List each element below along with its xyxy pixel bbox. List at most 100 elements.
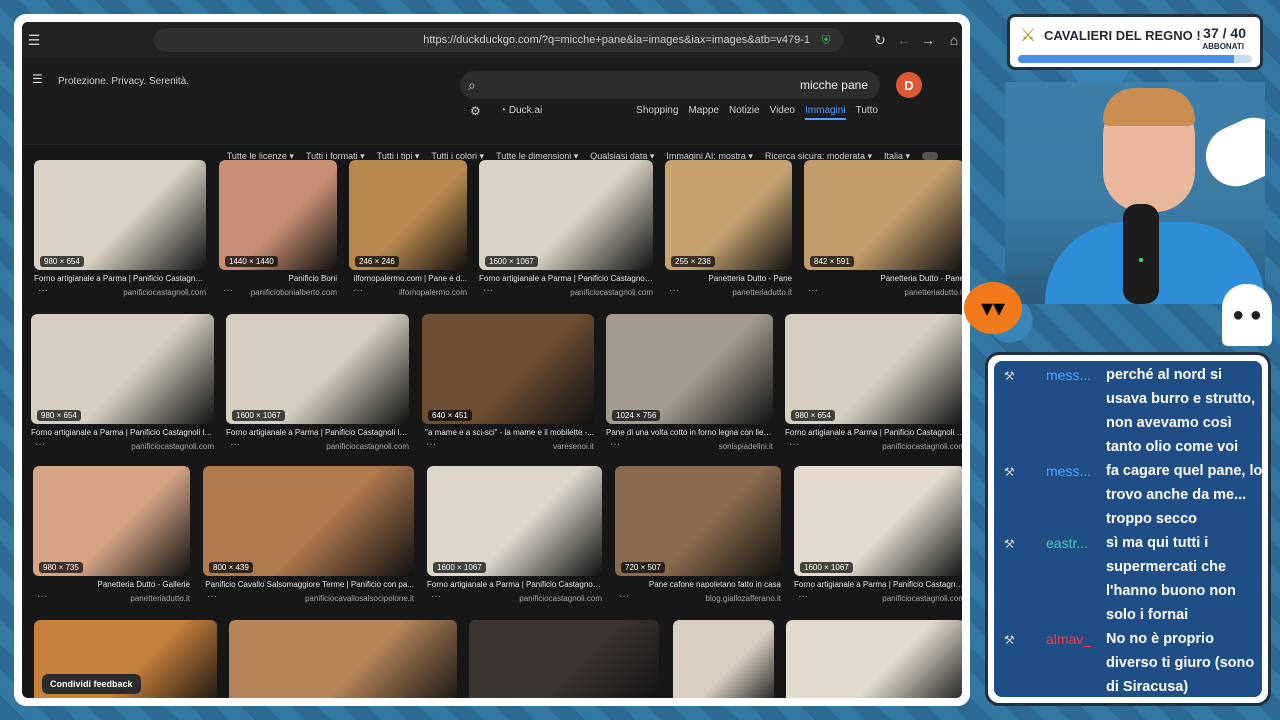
search-icon[interactable]: ⌕ <box>468 77 476 94</box>
region-toggle[interactable] <box>922 152 938 160</box>
more-options-icon[interactable]: ··· <box>207 591 217 602</box>
hamburger-icon[interactable]: ☰ <box>32 72 43 86</box>
image-title[interactable]: ilfornopalermo.com | Pane e d... <box>349 274 467 283</box>
image-title[interactable]: Forno artigianale a Parma | Panificio Ca… <box>31 428 214 437</box>
tab-mappe[interactable]: Mappe <box>688 105 719 120</box>
image-result[interactable]: 980 × 654 Forno artigianale a Parma | Pan… <box>31 314 214 464</box>
back-icon[interactable]: ← <box>894 30 914 50</box>
image-thumbnail[interactable] <box>786 620 962 698</box>
image-thumbnail[interactable] <box>479 160 653 270</box>
image-title[interactable]: Panetteria Dutto - Pane <box>804 274 962 283</box>
image-title[interactable]: Forno artigianale a Parma | Panificio Ca… <box>785 428 962 437</box>
image-source[interactable]: panificiobonialberto.com <box>219 288 337 297</box>
image-source[interactable]: panificiocavallosalsocipolone.it <box>203 594 414 603</box>
more-options-icon[interactable]: ··· <box>230 439 240 450</box>
image-result[interactable]: 980 × 654 Forno artigianale a Parma | Pan… <box>785 314 962 464</box>
more-options-icon[interactable]: ··· <box>38 285 48 296</box>
image-source[interactable]: panetteriadutto.it <box>665 288 792 297</box>
tab-tutto[interactable]: Tutto <box>856 105 878 120</box>
tab-notizie[interactable]: Notizie <box>729 105 760 120</box>
image-source[interactable]: blog.giallozafferano.it <box>615 594 781 603</box>
duckduckgo-logo-icon[interactable]: D <box>896 72 922 98</box>
forward-icon[interactable]: → <box>918 30 938 50</box>
image-result[interactable]: 1600 × 1067 Forno artigianale a Parma | P… <box>226 314 409 464</box>
image-title[interactable]: Panetteria Dutto - Gallerie <box>33 580 191 589</box>
image-title[interactable]: Forno artigianale a Parma | Panificio Ca… <box>479 274 653 283</box>
image-source[interactable]: panificiocastagnoli.com <box>226 442 409 451</box>
image-source[interactable]: panificiocastagnoli.com <box>785 442 962 451</box>
chat-username[interactable]: mess... <box>1046 463 1091 479</box>
image-result[interactable] <box>469 620 659 698</box>
chat-username[interactable]: almav_ <box>1046 631 1091 647</box>
image-result[interactable]: 255 × 236 Panetteria Dutto - Pane panetter… <box>665 160 792 310</box>
image-title[interactable]: Panificio Boni <box>219 274 337 283</box>
image-result[interactable]: 1600 × 1067 Forno artigianale a Parma | P… <box>427 466 602 616</box>
more-options-icon[interactable]: ··· <box>426 439 436 450</box>
tab-video[interactable]: Video <box>770 105 795 120</box>
more-options-icon[interactable]: ··· <box>789 439 799 450</box>
image-result[interactable]: 980 × 654 Forno artigianale a Parma | Pan… <box>34 160 206 310</box>
home-icon[interactable]: ⌂ <box>944 30 962 50</box>
reload-icon[interactable]: ↻ <box>870 30 890 50</box>
image-result[interactable]: 980 × 735 Panetteria Dutto - Gallerie pane… <box>33 466 190 616</box>
tab-shopping[interactable]: Shopping <box>636 105 678 120</box>
tab-immagini[interactable]: Immagini <box>805 105 846 120</box>
image-source[interactable]: panetteriadutto.it <box>33 594 190 603</box>
image-source[interactable]: panetteriadutto.it <box>804 288 962 297</box>
chat-username[interactable]: mess... <box>1046 367 1091 383</box>
image-thumbnail[interactable] <box>606 314 773 424</box>
image-thumbnail[interactable] <box>229 620 457 698</box>
image-thumbnail[interactable] <box>34 160 206 270</box>
image-title[interactable]: Pane cafone napoletano fatto in casa <box>615 580 781 589</box>
more-options-icon[interactable]: ··· <box>353 285 363 296</box>
more-options-icon[interactable]: ··· <box>669 285 679 296</box>
image-source[interactable]: varesenoi.it <box>422 442 594 451</box>
duck-ai-link[interactable]: ◔ Duck.ai <box>500 105 542 116</box>
image-source[interactable]: panificiocastagnoli.com <box>427 594 602 603</box>
share-feedback-button[interactable]: Condividi feedback <box>42 674 141 694</box>
image-result[interactable]: 720 × 507 Pane cafone napoletano fatto in… <box>615 466 781 616</box>
image-source[interactable]: sonispiadelini.it <box>606 442 773 451</box>
more-options-icon[interactable]: ··· <box>431 591 441 602</box>
image-title[interactable]: Forno artigianale a Parma | Panificio Ca… <box>226 428 409 437</box>
image-title[interactable]: Forno artigianale a Parma | Panificio Ca… <box>34 274 206 283</box>
search-input[interactable]: micche pane <box>460 71 880 99</box>
image-result[interactable] <box>786 620 962 698</box>
chat-username[interactable]: eastr... <box>1046 535 1088 551</box>
image-thumbnail[interactable] <box>794 466 962 576</box>
image-thumbnail[interactable] <box>427 466 602 576</box>
more-options-icon[interactable]: ··· <box>37 591 47 602</box>
image-result[interactable]: 1600 × 1067 Forno artigianale a Parma | P… <box>479 160 653 310</box>
image-result[interactable]: 1600 × 1067 Forno artigianale a Parma | P… <box>794 466 962 616</box>
image-thumbnail[interactable] <box>804 160 962 270</box>
image-result[interactable]: 1024 × 756 Pane di una volta cotto in for… <box>606 314 773 464</box>
image-thumbnail[interactable] <box>203 466 414 576</box>
shield-icon[interactable]: ⛨ <box>816 30 836 50</box>
image-source[interactable]: ilfornopalermo.com <box>349 288 467 297</box>
url-field[interactable]: https://duckduckgo.com/?q=micche+pane&ia… <box>154 28 844 52</box>
settings-icon[interactable]: ⚙ <box>470 104 481 118</box>
image-title[interactable]: "a mame e a sci-sci" - la mame e il mobi… <box>422 428 594 437</box>
image-result[interactable]: 640 × 451 "a mame e a sci-sci" - la mame … <box>422 314 594 464</box>
image-result[interactable]: 1440 × 1440 Panificio Boni panificiobonial… <box>219 160 337 310</box>
more-options-icon[interactable]: ··· <box>808 285 818 296</box>
image-source[interactable]: panificiocastagnoli.com <box>31 442 214 451</box>
image-title[interactable]: Forno artigianale a Parma | Panificio Ca… <box>427 580 602 589</box>
image-thumbnail[interactable] <box>349 160 467 270</box>
more-options-icon[interactable]: ··· <box>798 591 808 602</box>
more-options-icon[interactable]: ··· <box>483 285 493 296</box>
image-thumbnail[interactable] <box>226 314 409 424</box>
image-result[interactable]: 842 × 591 Panetteria Dutto - Pane panetter… <box>804 160 962 310</box>
more-options-icon[interactable]: ··· <box>619 591 629 602</box>
image-source[interactable]: panificiocastagnoli.com <box>794 594 962 603</box>
image-thumbnail[interactable] <box>219 160 337 270</box>
image-result[interactable] <box>673 620 774 698</box>
image-thumbnail[interactable] <box>33 466 190 576</box>
image-title[interactable]: Panetteria Dutto - Pane <box>665 274 792 283</box>
image-thumbnail[interactable] <box>665 160 792 270</box>
image-result[interactable]: 246 × 246 ilfornopalermo.com | Pane e d..… <box>349 160 467 310</box>
image-source[interactable]: panificiocastagnoli.com <box>479 288 653 297</box>
more-options-icon[interactable]: ··· <box>223 285 233 296</box>
image-thumbnail[interactable] <box>422 314 594 424</box>
image-thumbnail[interactable] <box>615 466 781 576</box>
